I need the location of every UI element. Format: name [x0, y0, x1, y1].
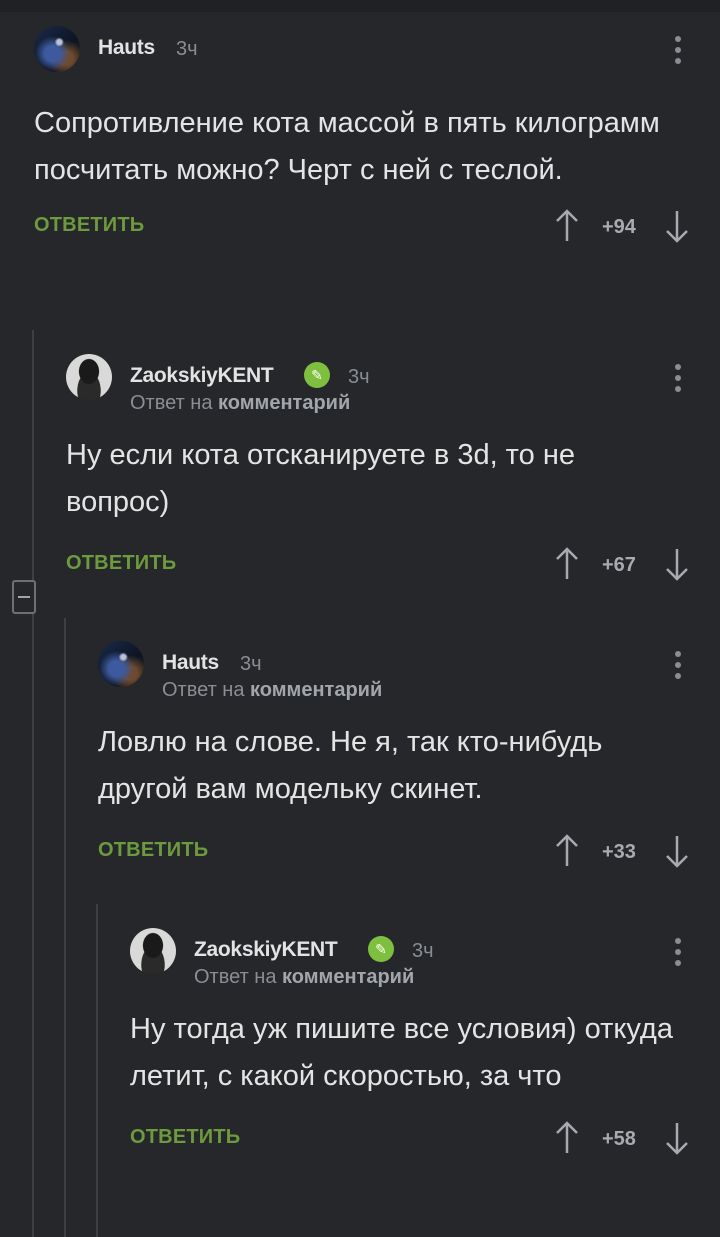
comment-text: Ловлю на слове. Не я, так кто-нибудь дру…: [98, 726, 603, 805]
arrow-up-icon[interactable]: [554, 833, 580, 869]
comment-text: Ну если кота отсканируете в 3d, то не во…: [66, 439, 575, 518]
arrow-up-icon[interactable]: [554, 1120, 580, 1156]
vote-controls: +58: [554, 1120, 694, 1160]
thread-line-level-1[interactable]: [32, 330, 34, 1237]
comment-actions: ОТВЕТИТЬ +94: [34, 208, 694, 248]
reply-to-link[interactable]: комментарий: [218, 392, 350, 414]
more-vertical-icon[interactable]: [674, 364, 682, 398]
comment-time: 3ч: [348, 366, 370, 388]
comment-header: ZaokskiyKENT ✎ 3ч Ответ на комментарий: [130, 928, 694, 988]
pencil-check-icon: ✎: [368, 936, 394, 962]
comment-header: ZaokskiyKENT ✎ 3ч Ответ на комментарий: [66, 354, 694, 414]
comment: ZaokskiyKENT ✎ 3ч Ответ на комментарий Н…: [66, 354, 694, 586]
more-vertical-icon[interactable]: [674, 938, 682, 972]
reply-button[interactable]: ОТВЕТИТЬ: [98, 839, 208, 862]
pencil-check-icon: ✎: [304, 362, 330, 388]
score: +58: [602, 1128, 636, 1150]
avatar[interactable]: [98, 641, 144, 687]
arrow-down-icon[interactable]: [664, 208, 690, 244]
comment: Hauts 3ч Сопротивление кота массой в пят…: [34, 26, 694, 248]
top-bar: [0, 0, 720, 12]
thread-line-level-3[interactable]: [96, 904, 98, 1237]
thread-line-level-2[interactable]: [64, 618, 66, 1237]
comment-time: 3ч: [240, 653, 262, 675]
score: +94: [602, 216, 636, 238]
comment-actions: ОТВЕТИТЬ +58: [130, 1120, 694, 1160]
arrow-down-icon[interactable]: [664, 833, 690, 869]
arrow-up-icon[interactable]: [554, 208, 580, 244]
comment-actions: ОТВЕТИТЬ +33: [98, 833, 694, 873]
comment-actions: ОТВЕТИТЬ +67: [66, 546, 694, 586]
more-vertical-icon[interactable]: [674, 36, 682, 70]
comment: ZaokskiyKENT ✎ 3ч Ответ на комментарий Н…: [130, 928, 694, 1160]
score: +67: [602, 554, 636, 576]
comment-text: Ну тогда уж пишите все условия) откуда л…: [130, 1013, 673, 1092]
comment: Hauts 3ч Ответ на комментарий Ловлю на с…: [98, 641, 694, 873]
reply-button[interactable]: ОТВЕТИТЬ: [130, 1126, 240, 1149]
comment-header: Hauts 3ч Ответ на комментарий: [98, 641, 694, 701]
reply-to-info: Ответ на комментарий: [194, 966, 414, 989]
comment-header: Hauts 3ч: [34, 26, 694, 78]
reply-to-prefix: Ответ на: [162, 679, 245, 701]
vote-controls: +33: [554, 833, 694, 873]
comment-time: 3ч: [412, 940, 434, 962]
more-vertical-icon[interactable]: [674, 651, 682, 685]
reply-button[interactable]: ОТВЕТИТЬ: [34, 214, 144, 237]
author-name[interactable]: Hauts: [98, 36, 155, 60]
comment-time: 3ч: [176, 38, 198, 60]
author-name[interactable]: ZaokskiyKENT: [130, 364, 274, 388]
author-name[interactable]: ZaokskiyKENT: [194, 938, 338, 962]
avatar[interactable]: [34, 26, 80, 72]
avatar[interactable]: [130, 928, 176, 974]
comment-text: Сопротивление кота массой в пять килогра…: [34, 107, 660, 186]
reply-to-link[interactable]: комментарий: [282, 966, 414, 988]
reply-to-info: Ответ на комментарий: [162, 679, 382, 702]
reply-to-link[interactable]: комментарий: [250, 679, 382, 701]
author-name[interactable]: Hauts: [162, 651, 219, 675]
arrow-up-icon[interactable]: [554, 546, 580, 582]
arrow-down-icon[interactable]: [664, 1120, 690, 1156]
reply-button[interactable]: ОТВЕТИТЬ: [66, 552, 176, 575]
arrow-down-icon[interactable]: [664, 546, 690, 582]
reply-to-prefix: Ответ на: [194, 966, 277, 988]
reply-to-prefix: Ответ на: [130, 392, 213, 414]
avatar[interactable]: [66, 354, 112, 400]
collapse-thread-button[interactable]: [12, 580, 36, 614]
vote-controls: +94: [554, 208, 694, 248]
reply-to-info: Ответ на комментарий: [130, 392, 350, 415]
vote-controls: +67: [554, 546, 694, 586]
score: +33: [602, 841, 636, 863]
